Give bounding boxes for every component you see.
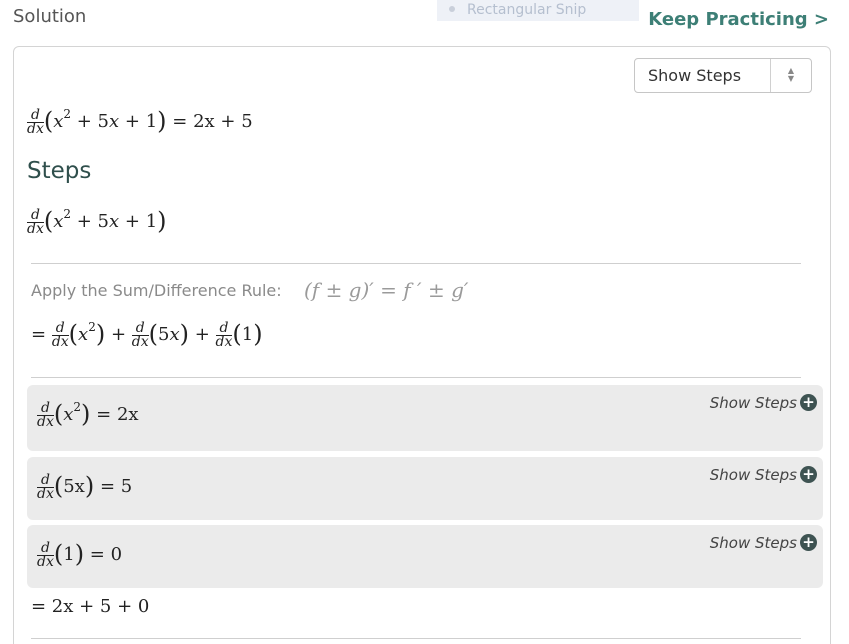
derivative-operator: d dx <box>27 206 44 237</box>
sum-rule-expansion: = d dx (x2) + d dx (5x) + d dx (1) <box>31 319 263 350</box>
show-steps-link[interactable]: Show Steps <box>710 534 797 552</box>
show-steps-link[interactable]: Show Steps <box>710 466 797 484</box>
steps-title: Steps <box>27 158 92 184</box>
show-steps-link[interactable]: Show Steps <box>710 394 797 412</box>
top-bar: Solution Rectangular Snip Keep Practicin… <box>0 0 849 40</box>
plus-circle-icon[interactable]: + <box>800 466 817 483</box>
steps-start-expression: d dx (x2 + 5x + 1) <box>27 206 167 237</box>
final-line: = 2x + 5 + 0 <box>31 596 150 617</box>
snip-dot-icon <box>449 6 455 12</box>
show-steps-select-value: Show Steps <box>648 66 742 85</box>
rule-formula: (f ± g)′ = f ′ ± g′ <box>304 278 469 302</box>
substep-constant: d dx (1) = 0 Show Steps + <box>27 525 823 588</box>
updown-arrows-icon: ▲ ▼ <box>787 66 795 83</box>
divider <box>31 638 801 639</box>
show-steps-select[interactable]: Show Steps ▲ ▼ <box>634 58 812 93</box>
solution-equation: d dx (x2 + 5x + 1) = 2x + 5 <box>27 106 253 137</box>
solution-panel: Show Steps ▲ ▼ d dx (x2 + 5x + 1) = 2x + 5 … <box>13 46 831 644</box>
solution-result: = 2x + 5 <box>172 111 253 132</box>
plus-circle-icon[interactable]: + <box>800 394 817 411</box>
substep-x-squared: d dx (x2) = 2x Show Steps + <box>27 385 823 451</box>
derivative-operator: d dx <box>27 106 44 137</box>
divider <box>31 263 801 264</box>
substep-5x: d dx (5x) = 5 Show Steps + <box>27 457 823 520</box>
solution-label: Solution <box>13 6 87 27</box>
snip-label: Rectangular Snip <box>467 2 587 18</box>
keep-practicing-link[interactable]: Keep Practicing > <box>648 9 829 30</box>
substep-expression: d dx (5x) = 5 <box>37 471 133 502</box>
divider <box>31 377 801 378</box>
plus-circle-icon[interactable]: + <box>800 534 817 551</box>
substep-expression: d dx (1) = 0 <box>37 539 123 570</box>
rectangular-snip-overlay: Rectangular Snip <box>437 0 639 21</box>
substep-expression: d dx (x2) = 2x <box>37 399 139 430</box>
rule-label: Apply the Sum/Difference Rule: <box>31 281 282 300</box>
select-divider <box>770 59 771 92</box>
